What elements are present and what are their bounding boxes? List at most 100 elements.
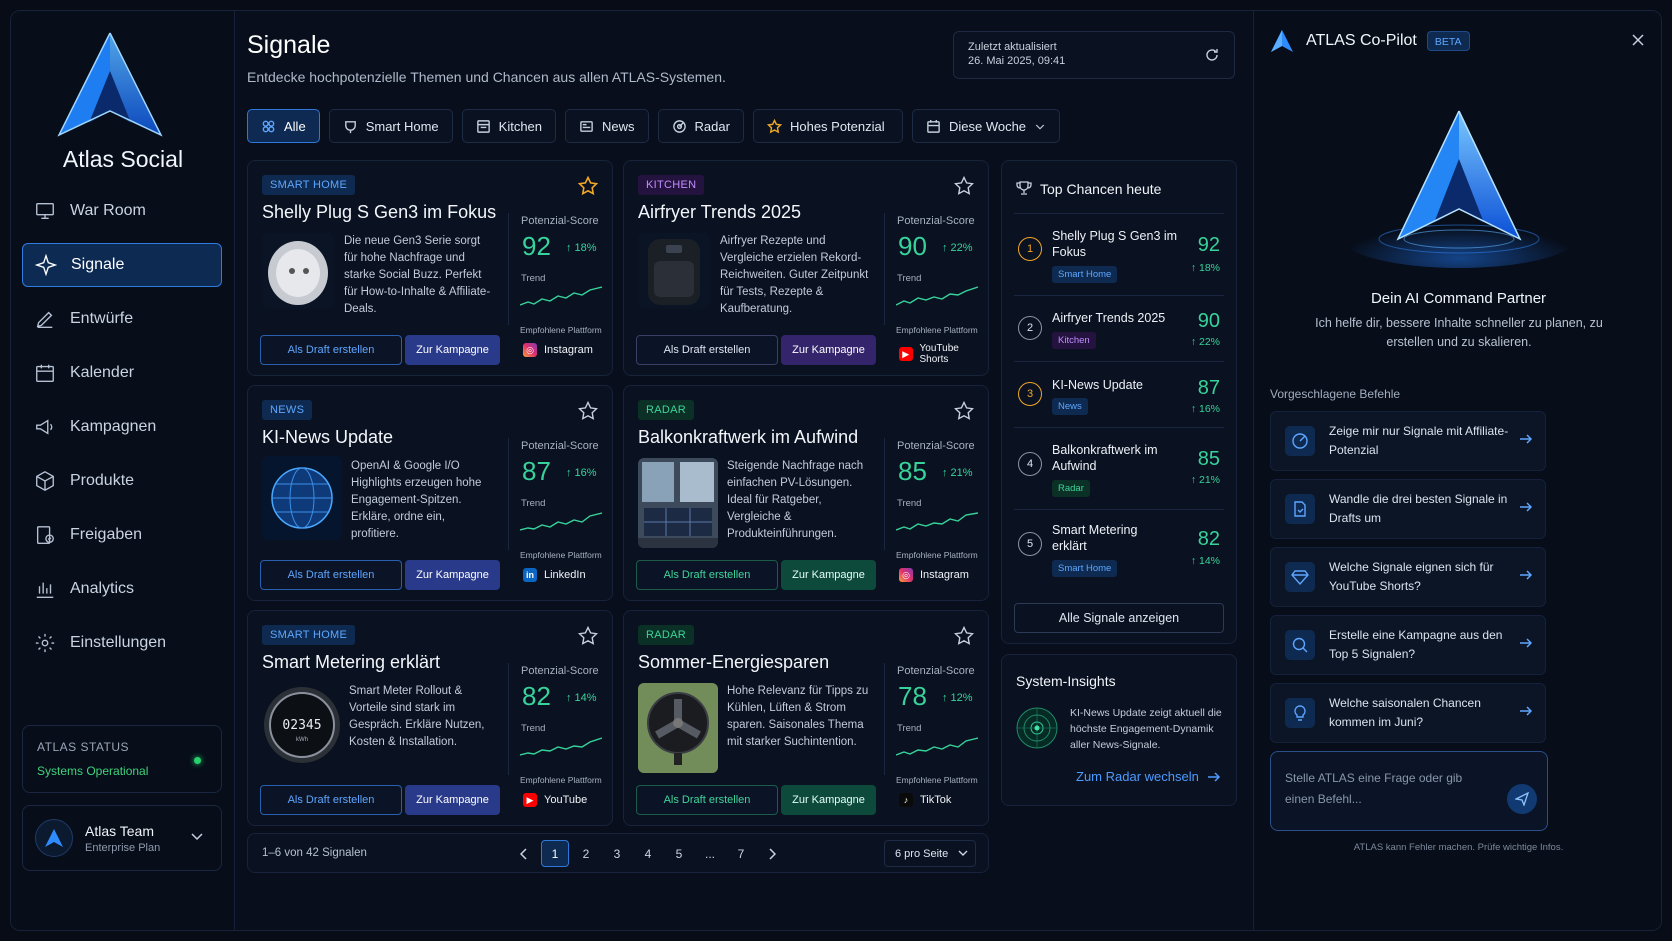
top-chance-item[interactable]: 1 Shelly Plug S Gen3 im Fokus Smart Home… (1014, 213, 1224, 295)
nav-item-kampagnen[interactable]: Kampagnen (22, 405, 222, 449)
chevron-right-icon (769, 847, 776, 860)
filter-label: Radar (694, 118, 730, 134)
chevron-down-icon (191, 833, 203, 841)
suggested-command[interactable]: Welche saisonalen Chancen kommen im Juni… (1270, 683, 1546, 743)
page-button[interactable]: 4 (634, 840, 662, 867)
page-button[interactable]: 2 (572, 840, 600, 867)
suggested-command[interactable]: Zeige mir nur Signale mit Affiliate-Pote… (1270, 411, 1546, 471)
calendar-icon (36, 364, 54, 382)
filter-chip-news[interactable]: News (565, 109, 649, 143)
create-draft-button[interactable]: Als Draft erstellen (636, 785, 778, 815)
create-draft-button[interactable]: Als Draft erstellen (636, 335, 778, 365)
star-favorite-icon[interactable] (954, 626, 974, 646)
to-campaign-button[interactable]: Zur Kampagne (405, 560, 500, 590)
team-switcher[interactable]: Atlas Team Enterprise Plan (22, 805, 222, 871)
show-all-signals-button[interactable]: Alle Signale anzeigen (1014, 603, 1224, 633)
star-favorite-icon[interactable] (578, 176, 598, 196)
to-campaign-button[interactable]: Zur Kampagne (781, 560, 876, 590)
platform-label: Empfohlene Plattform (896, 550, 978, 560)
nav-item-produkte[interactable]: Produkte (22, 459, 222, 503)
nav-item-kalender[interactable]: Kalender (22, 351, 222, 395)
score-delta: ↑ 18% (566, 242, 597, 254)
nav-item-einstellungen[interactable]: Einstellungen (22, 621, 222, 665)
create-draft-button[interactable]: Als Draft erstellen (260, 785, 402, 815)
score-label: Potenzial-Score (897, 440, 975, 452)
page-button[interactable]: 3 (603, 840, 631, 867)
star-favorite-icon[interactable] (954, 401, 974, 421)
airfryer-image (638, 233, 710, 309)
page-list: 1 2 3 4 5 ... 7 (510, 840, 789, 867)
signal-card[interactable]: RADAR Balkonkraftwerk im Aufwind Steigen… (623, 385, 989, 601)
rank-delta: ↑ 18% (1190, 262, 1220, 274)
lightbulb-icon (1285, 698, 1315, 728)
sidebar-nav: War Room Signale Entwürfe Kalender Kampa… (22, 189, 222, 675)
signal-card[interactable]: RADAR Sommer-Energiesparen Hohe Relevanz… (623, 610, 989, 826)
rank-number: 2 (1018, 316, 1042, 340)
filter-label: Hohes Potenzial (789, 118, 885, 134)
create-draft-button[interactable]: Als Draft erstellen (260, 335, 402, 365)
potential-score: 78 (898, 681, 927, 711)
star-favorite-icon[interactable] (578, 401, 598, 421)
nav-item-entwuerfe[interactable]: Entwürfe (22, 297, 222, 341)
send-button[interactable] (1507, 784, 1537, 814)
signal-card[interactable]: SMART HOME Shelly Plug S Gen3 im Fokus D… (247, 160, 613, 376)
filter-chip-radar[interactable]: Radar (657, 109, 744, 143)
star-icon (766, 118, 782, 133)
tiktok-icon: ♪ (899, 793, 913, 807)
prev-page-button[interactable] (510, 840, 538, 867)
platform-name: TikTok (920, 794, 952, 806)
suggested-commands-label: Vorgeschlagene Befehle (1270, 387, 1401, 401)
recommended-platform: ◎ Instagram (523, 343, 593, 357)
refresh-icon[interactable] (1204, 47, 1220, 63)
nav-item-freigaben[interactable]: Freigaben (22, 513, 222, 557)
to-campaign-button[interactable]: Zur Kampagne (781, 335, 876, 365)
switch-to-radar-link[interactable]: Zum Radar wechseln (1076, 769, 1221, 784)
nav-item-signale[interactable]: Signale (22, 243, 222, 287)
recommended-platform: ▶ YouTube (523, 793, 587, 807)
potential-score: 82 (522, 681, 551, 711)
avatar (35, 819, 73, 857)
filter-chip-kitchen[interactable]: Kitchen (461, 109, 557, 143)
nav-item-analytics[interactable]: Analytics (22, 567, 222, 611)
star-favorite-icon[interactable] (578, 626, 598, 646)
card-description: Airfryer Rezepte und Vergleiche erzielen… (720, 235, 869, 315)
suggested-command[interactable]: Welche Signale eignen sich für YouTube S… (1270, 547, 1546, 607)
insights-link-label: Zum Radar wechseln (1076, 769, 1199, 784)
to-campaign-button[interactable]: Zur Kampagne (781, 785, 876, 815)
to-campaign-button[interactable]: Zur Kampagne (405, 785, 500, 815)
star-favorite-icon[interactable] (954, 176, 974, 196)
top-chance-item[interactable]: 3 KI-News Update News 87 ↑ 16% (1014, 361, 1224, 427)
next-page-button[interactable] (758, 840, 786, 867)
top-chance-item[interactable]: 5 Smart Metering erklärt Smart Home 82 ↑… (1014, 509, 1224, 591)
page-subtitle: Entdecke hochpotenzielle Themen und Chan… (247, 69, 726, 85)
signal-card[interactable]: KITCHEN Airfryer Trends 2025 Airfryer Re… (623, 160, 989, 376)
top-chance-item[interactable]: 2 Airfryer Trends 2025 Kitchen 90 ↑ 22% (1014, 295, 1224, 361)
create-draft-button[interactable]: Als Draft erstellen (260, 560, 402, 590)
signal-card[interactable]: SMART HOME Smart Metering erklärt 02345 k… (247, 610, 613, 826)
nav-item-war-room[interactable]: War Room (22, 189, 222, 233)
create-draft-button[interactable]: Als Draft erstellen (636, 560, 778, 590)
suggested-command[interactable]: Erstelle eine Kampagne aus den Top 5 Sig… (1270, 615, 1546, 675)
signal-card[interactable]: NEWS KI-News Update OpenAI & Google I/O … (247, 385, 613, 601)
filter-chip-alle[interactable]: Alle (247, 109, 320, 143)
copilot-input[interactable]: Stelle ATLAS eine Frage oder gib einen B… (1270, 751, 1548, 831)
copilot-panel: ATLAS Co-Pilot BETA Dein AI Command Part… (1253, 11, 1661, 930)
filter-chip-hohes-potenzial[interactable]: Hohes Potenzial (752, 109, 903, 143)
platform-name: LinkedIn (544, 569, 586, 581)
rank-delta: ↑ 22% (1190, 336, 1220, 348)
top-chance-item[interactable]: 4 Balkonkraftwerk im Aufwind Radar 85 ↑ … (1014, 427, 1224, 509)
score-label: Potenzial-Score (521, 440, 599, 452)
beta-badge: BETA (1426, 31, 1470, 51)
suggested-command[interactable]: Wandle die drei besten Signale in Drafts… (1270, 479, 1546, 539)
page-button[interactable]: 5 (665, 840, 693, 867)
page-button[interactable]: 7 (727, 840, 755, 867)
per-page-select[interactable]: 6 pro Seite (884, 840, 976, 867)
filter-chip-smart-home[interactable]: Smart Home (328, 109, 453, 143)
instagram-icon: ◎ (899, 568, 913, 582)
page-button[interactable]: 1 (541, 840, 569, 867)
close-icon[interactable] (1631, 33, 1645, 47)
to-campaign-button[interactable]: Zur Kampagne (405, 335, 500, 365)
filter-dropdown-timeframe[interactable]: Diese Woche (911, 109, 1061, 143)
score-delta: ↑ 21% (942, 467, 973, 479)
brand-name: Atlas Social (62, 146, 184, 172)
